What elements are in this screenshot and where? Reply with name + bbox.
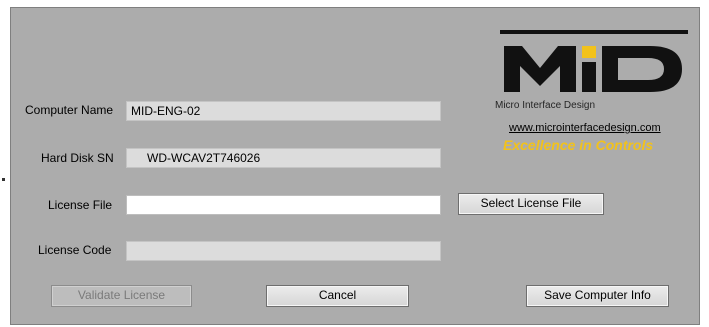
license-code-field[interactable] [126,241,441,261]
select-license-file-button[interactable]: Select License File [458,193,604,215]
save-computer-info-button[interactable]: Save Computer Info [526,285,669,307]
hard-disk-sn-field[interactable]: WD-WCAV2T746026 [126,148,441,168]
hard-disk-sn-label: Hard Disk SN [41,151,114,165]
mid-logo [500,30,688,92]
validate-license-button[interactable]: Validate License [51,285,192,307]
website-link[interactable]: www.microinterfacedesign.com [509,122,661,134]
slogan: Excellence in Controls [503,137,654,153]
company-name: Micro Interface Design [495,100,596,111]
license-code-label: License Code [38,243,112,257]
cancel-button[interactable]: Cancel [266,285,409,307]
computer-name-label: Computer Name [25,103,114,117]
stray-dot [2,178,5,181]
license-file-label: License File [48,198,113,212]
license-dialog-panel: Micro Interface Design www.microinterfac… [10,7,700,325]
license-file-input[interactable] [126,195,441,215]
computer-name-field[interactable]: MID-ENG-02 [126,101,441,121]
